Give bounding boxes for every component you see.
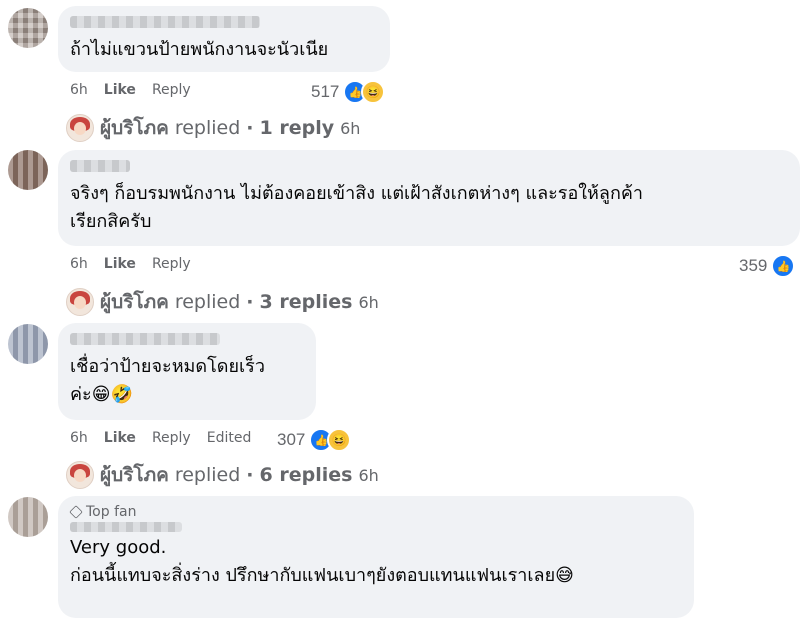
author-name-blurred[interactable] <box>70 16 260 28</box>
like-reaction-icon: 👍 <box>771 254 796 278</box>
avatar[interactable] <box>8 8 48 48</box>
reaction-summary[interactable]: 359 👍 <box>739 254 796 278</box>
author-name-blurred[interactable] <box>70 522 182 532</box>
separator: · <box>246 117 254 139</box>
page-avatar <box>66 288 94 316</box>
separator: · <box>246 464 254 486</box>
avatar[interactable] <box>8 497 48 537</box>
reply-count: 1 reply <box>259 117 335 139</box>
comment-actions: 6h Like Reply Edited <box>70 430 251 446</box>
reply-count: 6 replies <box>259 464 353 486</box>
separator: · <box>246 291 254 313</box>
reaction-count: 359 <box>739 256 768 275</box>
page-avatar <box>66 461 94 489</box>
view-replies-link[interactable]: ผู้บริโภค replied · 1 reply 6h <box>66 113 360 143</box>
avatar[interactable] <box>8 324 48 364</box>
timestamp[interactable]: 6h <box>70 430 88 446</box>
view-replies-link[interactable]: ผู้บริโภค replied · 6 replies 6h <box>66 460 379 490</box>
comment-bubble: เชื่อว่าป้ายจะหมดโดยเร็ว ค่ะ😁🤣 <box>58 323 316 420</box>
timestamp[interactable]: 6h <box>70 256 88 272</box>
page-name: ผู้บริโภค <box>100 291 169 313</box>
comment-actions: 6h Like Reply <box>70 82 191 98</box>
comment-text: เชื่อว่าป้ายจะหมดโดยเร็ว ค่ะ😁🤣 <box>70 356 265 405</box>
view-replies-link[interactable]: ผู้บริโภค replied · 3 replies 6h <box>66 287 379 317</box>
avatar[interactable] <box>8 150 48 190</box>
comment-bubble: ถ้าไม่แขวนป้ายพนักงานจะนัวเนีย <box>58 6 390 72</box>
author-name-blurred[interactable] <box>70 333 220 345</box>
diamond-icon <box>69 505 83 519</box>
author-name-blurred[interactable] <box>70 160 130 172</box>
haha-reaction-icon: 😆 <box>361 80 386 104</box>
replied-label: replied <box>174 117 241 139</box>
timestamp[interactable]: 6h <box>70 82 88 98</box>
reply-time: 6h <box>340 118 361 138</box>
reaction-summary[interactable]: 307 👍 😆 <box>277 428 352 452</box>
page-name: ผู้บริโภค <box>100 117 169 139</box>
page-name: ผู้บริโภค <box>100 464 169 486</box>
top-fan-badge: Top fan <box>69 504 682 520</box>
top-fan-label: Top fan <box>86 504 137 520</box>
comment-text: Very good. ก่อนนี้แทบจะสิ่งร่าง ปรึกษากั… <box>70 537 574 586</box>
reply-count: 3 replies <box>259 291 353 313</box>
comment-actions: 6h Like Reply <box>70 256 191 272</box>
reply-button[interactable]: Reply <box>152 256 191 272</box>
comment-text: ถ้าไม่แขวนป้ายพนักงานจะนัวเนีย <box>70 39 329 60</box>
comment-text: จริงๆ ก็อบรมพนักงาน ไม่ต้องคอยเข้าสิง แต… <box>70 183 643 232</box>
replied-label: replied <box>174 291 241 313</box>
haha-reaction-icon: 😆 <box>327 428 352 452</box>
reaction-count: 517 <box>311 82 340 101</box>
replied-label: replied <box>174 464 241 486</box>
like-button[interactable]: Like <box>104 430 136 446</box>
edited-label: Edited <box>206 430 252 446</box>
reaction-summary[interactable]: 517 👍 😆 <box>311 80 386 104</box>
reply-button[interactable]: Reply <box>152 82 191 98</box>
comment-bubble: จริงๆ ก็อบรมพนักงาน ไม่ต้องคอยเข้าสิง แต… <box>58 150 800 246</box>
page-avatar <box>66 114 94 142</box>
comment-bubble: Top fan Very good. ก่อนนี้แทบจะสิ่งร่าง … <box>58 496 694 618</box>
reply-button[interactable]: Reply <box>152 430 191 446</box>
like-button[interactable]: Like <box>104 256 136 272</box>
reply-time: 6h <box>358 465 379 485</box>
reaction-count: 307 <box>277 430 306 449</box>
like-button[interactable]: Like <box>104 82 136 98</box>
reply-time: 6h <box>358 292 379 312</box>
